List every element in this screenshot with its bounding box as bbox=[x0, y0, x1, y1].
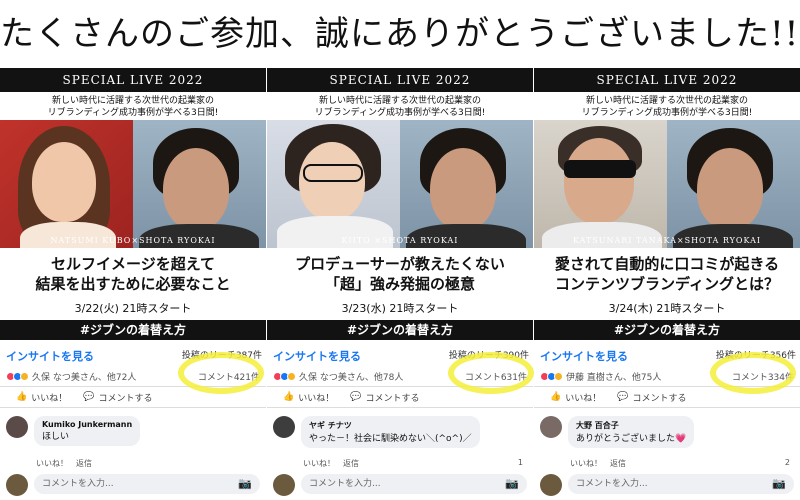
comment-bubble: 大野 百合子 ありがとうございました💗 bbox=[568, 416, 695, 448]
comment-like-link[interactable]: いいね！ bbox=[570, 458, 602, 469]
comment-actions: いいね！ 返信 bbox=[570, 458, 626, 469]
hashtag-bar: #ジブンの着替え方 bbox=[0, 320, 266, 340]
live-panel-3: SPECIAL LIVE 2022 新しい時代に活躍する次世代の起業家の リブラン… bbox=[534, 68, 800, 500]
care-reaction-icon bbox=[20, 372, 29, 381]
comment-icon: 💬 bbox=[617, 392, 629, 402]
poster-subtitle: 新しい時代に活躍する次世代の起業家の リブランディング成功事例が学べる3日間! bbox=[581, 96, 753, 118]
comment-bubble: Kumiko Junkermann ほしい bbox=[34, 416, 141, 446]
host-photo bbox=[133, 120, 266, 248]
comment-icon: 💬 bbox=[83, 392, 95, 402]
comment-input[interactable]: コメントを入力... 📷 bbox=[34, 474, 260, 494]
my-avatar bbox=[273, 474, 295, 496]
commenter-name[interactable]: 大野 百合子 bbox=[576, 420, 686, 431]
reaction-summary[interactable]: 久保 なつ美さん、他78人 bbox=[273, 370, 403, 383]
commenter-name[interactable]: ヤギ チナツ bbox=[309, 420, 472, 431]
comment: ヤギ チナツ やった－！社会に馴染めない＼(^o^)／ bbox=[273, 416, 480, 448]
avatar[interactable] bbox=[540, 416, 562, 438]
comment-button[interactable]: 💬 コメントする bbox=[617, 391, 686, 404]
host-photo bbox=[667, 120, 800, 248]
reply-link[interactable]: 返信 bbox=[76, 458, 92, 469]
session-date: 3/24(木) 21時スタート bbox=[608, 302, 726, 315]
live-panel-1: SPECIAL LIVE 2022 新しい時代に活躍する次世代の起業家の リブラン… bbox=[0, 68, 266, 500]
session-title: セルフイメージを超えて 結果を出すために必要なこと bbox=[35, 255, 231, 293]
poster-subtitle: 新しい時代に活躍する次世代の起業家の リブランディング成功事例が学べる3日間! bbox=[47, 96, 219, 118]
insight-link[interactable]: インサイトを見る bbox=[273, 348, 361, 364]
hashtag-bar: #ジブンの着替え方 bbox=[267, 320, 533, 340]
speaker-names: NATSUMI KUBO×SHOTA RYOKAI bbox=[50, 236, 216, 245]
camera-icon[interactable]: 📷 bbox=[505, 474, 519, 494]
reaction-summary[interactable]: 伊藤 直樹さん、他75人 bbox=[540, 370, 661, 383]
reply-link[interactable]: 返信 bbox=[610, 458, 626, 469]
comment: 大野 百合子 ありがとうございました💗 bbox=[540, 416, 695, 448]
speaker-photos: KIITO ×SHOTA RYOKAI bbox=[267, 120, 533, 248]
comment-button[interactable]: 💬 コメントする bbox=[350, 391, 419, 404]
comment-like-link[interactable]: いいね！ bbox=[36, 458, 68, 469]
speaker-photos: KATSUNARI TANAKA×SHOTA RYOKAI bbox=[534, 120, 800, 248]
event-poster: SPECIAL LIVE 2022 新しい時代に活躍する次世代の起業家の リブラン… bbox=[267, 68, 533, 320]
comment-bubble: ヤギ チナツ やった－！社会に馴染めない＼(^o^)／ bbox=[301, 416, 480, 448]
guest-photo bbox=[534, 120, 667, 248]
reply-link[interactable]: 返信 bbox=[343, 458, 359, 469]
speaker-names: KIITO ×SHOTA RYOKAI bbox=[341, 236, 459, 245]
like-button[interactable]: 👍 いいね！ bbox=[550, 391, 601, 404]
my-avatar bbox=[6, 474, 28, 496]
comment-reaction-count: 2 bbox=[784, 458, 790, 467]
speaker-names: KATSUNARI TANAKA×SHOTA RYOKAI bbox=[572, 236, 762, 245]
like-button[interactable]: 👍 いいね！ bbox=[283, 391, 334, 404]
commenter-name[interactable]: Kumiko Junkermann bbox=[42, 420, 132, 429]
camera-icon[interactable]: 📷 bbox=[772, 474, 786, 494]
highlight-circle bbox=[178, 352, 264, 394]
avatar[interactable] bbox=[6, 416, 28, 438]
comment: Kumiko Junkermann ほしい bbox=[6, 416, 141, 446]
session-title: 愛されて自動的に口コミが起きる コンテンツブランディングとは？ bbox=[554, 255, 780, 293]
insight-link[interactable]: インサイトを見る bbox=[540, 348, 628, 364]
highlight-circle bbox=[448, 352, 534, 394]
comment-actions: いいね！ 返信 bbox=[36, 458, 92, 469]
comment-like-link[interactable]: いいね！ bbox=[303, 458, 335, 469]
highlight-circle bbox=[710, 352, 796, 394]
event-poster: SPECIAL LIVE 2022 新しい時代に活躍する次世代の起業家の リブラン… bbox=[534, 68, 800, 320]
hashtag-bar: #ジブンの着替え方 bbox=[534, 320, 800, 340]
poster-subtitle: 新しい時代に活躍する次世代の起業家の リブランディング成功事例が学べる3日間! bbox=[314, 96, 486, 118]
banner-title: SPECIAL LIVE 2022 bbox=[267, 68, 533, 92]
session-date: 3/22(火) 21時スタート bbox=[74, 302, 192, 315]
insight-link[interactable]: インサイトを見る bbox=[6, 348, 94, 364]
comment-input[interactable]: コメントを入力... 📷 bbox=[568, 474, 794, 494]
page-headline: たくさんのご参加、誠にありがとうございました!!! bbox=[0, 14, 800, 54]
session-title: プロデューサーが教えたくない 「超」強み発掘の極意 bbox=[295, 255, 505, 293]
comment-icon: 💬 bbox=[350, 392, 362, 402]
avatar[interactable] bbox=[273, 416, 295, 438]
banner-title: SPECIAL LIVE 2022 bbox=[0, 68, 266, 92]
comment-button[interactable]: 💬 コメントする bbox=[83, 391, 152, 404]
comment-text: ほしい bbox=[42, 432, 70, 442]
live-panel-2: SPECIAL LIVE 2022 新しい時代に活躍する次世代の起業家の リブラン… bbox=[267, 68, 533, 500]
my-avatar bbox=[540, 474, 562, 496]
thumbs-up-icon: 👍 bbox=[550, 392, 562, 402]
guest-photo bbox=[0, 120, 133, 248]
comment-input[interactable]: コメントを入力... 📷 bbox=[301, 474, 527, 494]
like-button[interactable]: 👍 いいね！ bbox=[16, 391, 67, 404]
banner-title: SPECIAL LIVE 2022 bbox=[534, 68, 800, 92]
care-reaction-icon bbox=[287, 372, 296, 381]
guest-photo bbox=[267, 120, 400, 248]
event-poster: SPECIAL LIVE 2022 新しい時代に活躍する次世代の起業家の リブラン… bbox=[0, 68, 266, 320]
care-reaction-icon bbox=[554, 372, 563, 381]
thumbs-up-icon: 👍 bbox=[283, 392, 295, 402]
comment-reaction-count: 1 bbox=[517, 458, 523, 467]
speaker-photos: NATSUMI KUBO×SHOTA RYOKAI bbox=[0, 120, 266, 248]
comment-actions: いいね！ 返信 bbox=[303, 458, 359, 469]
host-photo bbox=[400, 120, 533, 248]
reaction-summary[interactable]: 久保 なつ美さん、他72人 bbox=[6, 370, 136, 383]
thumbs-up-icon: 👍 bbox=[16, 392, 28, 402]
comment-text: やった－！社会に馴染めない＼(^o^)／ bbox=[309, 434, 472, 444]
comment-text: ありがとうございました💗 bbox=[576, 434, 687, 444]
camera-icon[interactable]: 📷 bbox=[238, 474, 252, 494]
session-date: 3/23(水) 21時スタート bbox=[341, 302, 459, 315]
